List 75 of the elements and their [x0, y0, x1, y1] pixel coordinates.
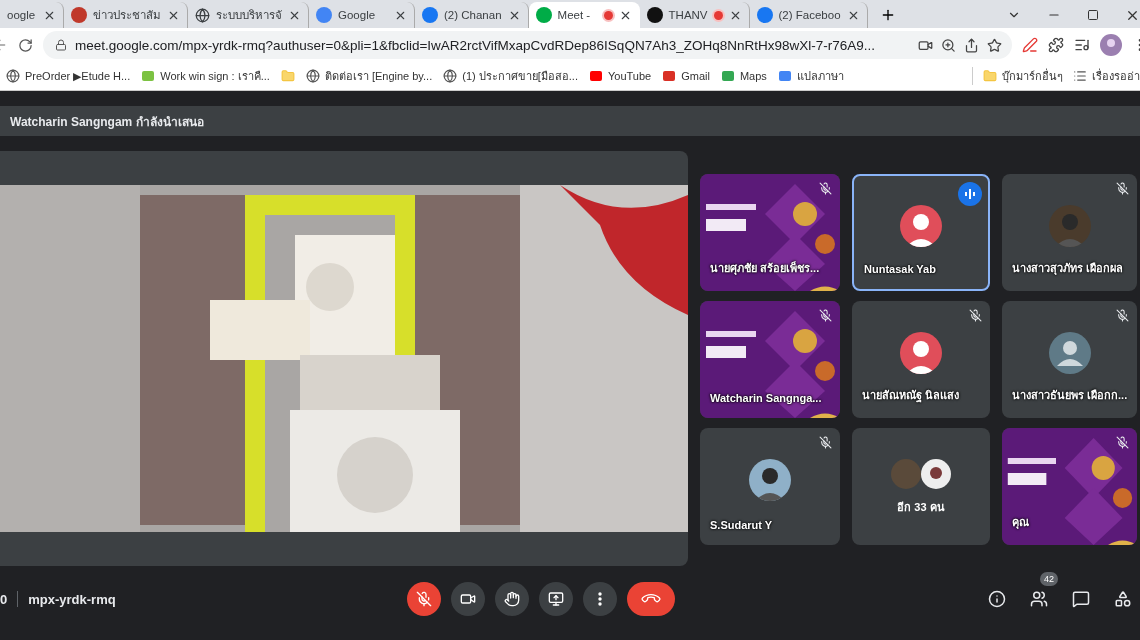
- reload-icon[interactable]: [18, 37, 33, 53]
- bookmark[interactable]: บุ๊กมาร์กอื่นๆ: [983, 67, 1063, 85]
- more-options-button[interactable]: [582, 582, 617, 616]
- people-count: 42: [1040, 572, 1058, 586]
- media-icon[interactable]: [1074, 37, 1090, 53]
- bookmark[interactable]: Gmail: [662, 69, 710, 83]
- camera-button[interactable]: [450, 582, 485, 616]
- tab-title: ระบบบริหารจั: [216, 8, 282, 23]
- list-icon: [1073, 69, 1087, 83]
- globe-icon: [6, 69, 20, 83]
- participant-name: Nuntasak Yab: [864, 263, 936, 275]
- tab-title: ข่าวประชาสัม: [93, 8, 161, 23]
- bookmark[interactable]: Maps: [720, 69, 767, 83]
- globe-icon: [443, 69, 458, 83]
- more-icon: [597, 592, 602, 606]
- site-icon: [316, 7, 332, 23]
- bookmark[interactable]: Work win sign : เราคื...: [141, 67, 270, 85]
- site-icon: [422, 7, 438, 23]
- site-icon: [756, 7, 773, 23]
- bookmark[interactable]: เรื่องรออ่า: [1073, 67, 1140, 85]
- participant-name: คุณ: [1012, 515, 1029, 531]
- globe-icon: [305, 69, 320, 83]
- participant-name: นางสาวสุวภัทร เผือกผล: [1012, 261, 1124, 277]
- site-icon: [71, 7, 87, 23]
- tab-title: (2) Chanan: [444, 9, 502, 21]
- folder-icon: [983, 69, 997, 83]
- more-participants-label: อีก 33 คน: [897, 499, 945, 515]
- url-text: meet.google.com/mpx-yrdk-rmq?authuser=0&pli=1&fbclid=IwAR2rctVifMxapCvdRDep86ISqQN7Ah3_ZOHq8NnRtHx98wXl-7-r76A9...: [75, 37, 876, 53]
- share-icon[interactable]: [964, 37, 979, 53]
- avatar-icon: [1048, 331, 1091, 374]
- participant-name: นายศุภชัย สร้อยเพ็ชร...: [710, 260, 820, 277]
- participant-name: S.Sudarut Y: [710, 519, 773, 531]
- bookmark[interactable]: ติดต่อเรา [Engine by...: [305, 67, 433, 85]
- address-bar[interactable]: meet.google.com/mpx-yrdk-rmq?authuser=0&pli=1&fbclid=IwAR2rctVifMxapCvdRDep86ISqQN7Ah3_ZOHq8NnRtHx98wXl-7-r76A9...: [43, 31, 1012, 59]
- browser-tab[interactable]: Meet -: [528, 2, 640, 28]
- tab-title: THANV: [668, 9, 708, 21]
- tab-title: Google: [338, 9, 377, 21]
- lock-icon: [55, 39, 67, 51]
- site-icon: [646, 7, 663, 23]
- avatars-icon: [890, 457, 952, 490]
- leave-call-button[interactable]: [626, 582, 675, 616]
- site-icon: [141, 69, 156, 83]
- profile-avatar[interactable]: [1100, 34, 1122, 56]
- site-icon: [588, 69, 603, 83]
- bookmark[interactable]: แปลภาษา: [777, 67, 844, 85]
- extensions-icon[interactable]: [1048, 37, 1064, 53]
- present-screen-icon: [547, 591, 564, 607]
- globe-icon: [195, 7, 210, 23]
- meeting-code: mpx-yrdk-rmq: [28, 591, 116, 607]
- bookmark[interactable]: PreOrder ▶Etude H...: [6, 69, 131, 83]
- presenter-banner: Watcharin Sangngam กำลังนำเสนอ: [0, 106, 1140, 136]
- participant-name: นายสัณหณัฐ นิลแสง: [862, 388, 960, 404]
- bookmark[interactable]: YouTube: [588, 69, 652, 83]
- present-button[interactable]: [538, 582, 573, 616]
- camera-icon: [459, 591, 476, 607]
- participant-name: Watcharin Sangnga...: [710, 392, 822, 404]
- meeting-time: 0: [0, 591, 8, 607]
- info-button[interactable]: [986, 588, 1008, 610]
- zoom-icon[interactable]: [941, 37, 956, 53]
- site-icon: [777, 69, 792, 83]
- star-icon[interactable]: [987, 37, 1002, 53]
- mic-off-icon: [415, 591, 432, 607]
- microphone-button[interactable]: [406, 582, 441, 616]
- raise-hand-button[interactable]: [494, 582, 529, 616]
- site-icon: [720, 69, 735, 83]
- hand-icon: [503, 591, 520, 607]
- bookmark[interactable]: (1) ประกาศขาย[มือสอ...: [443, 67, 578, 85]
- participant-name: นางสาวธันยพร เผือกก...: [1012, 388, 1128, 403]
- tab-title: Meet -: [557, 9, 592, 21]
- site-icon: [662, 69, 677, 83]
- site-icon: [535, 7, 552, 23]
- restore-icon[interactable]: [1087, 9, 1099, 21]
- tab-title: (2) Faceboo: [778, 9, 841, 21]
- pen-icon[interactable]: [1022, 37, 1038, 53]
- tab-title: oogle: [7, 9, 37, 21]
